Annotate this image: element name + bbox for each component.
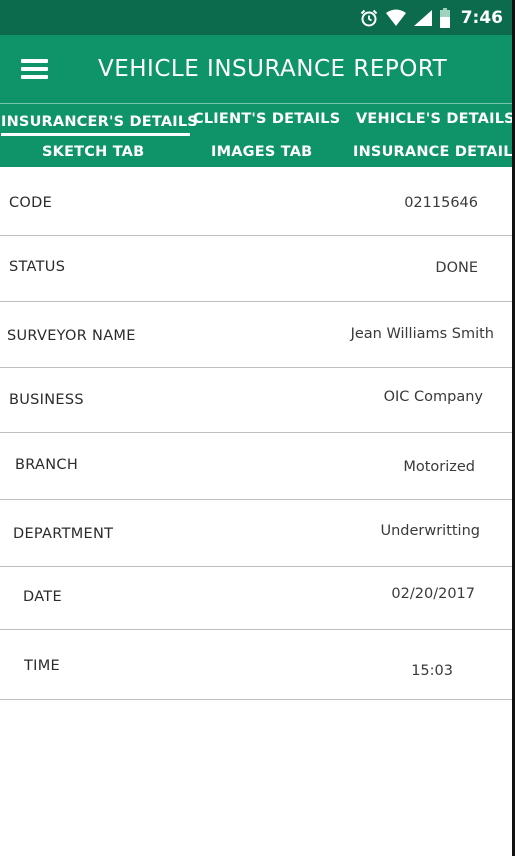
- signal-icon: [413, 9, 433, 27]
- page-title: VEHICLE INSURANCE REPORT: [98, 56, 448, 82]
- detail-label: SURVEYOR NAME: [7, 328, 136, 344]
- detail-value: OIC Company: [383, 389, 483, 405]
- detail-value: DONE: [435, 260, 478, 276]
- tab-vehicles-details[interactable]: VEHICLE'S DETAILS: [356, 111, 515, 127]
- detail-label: BUSINESS: [9, 392, 84, 408]
- tab-sketch[interactable]: SKETCH TAB: [42, 144, 144, 160]
- battery-icon: [439, 7, 451, 28]
- tab-insurancers-details[interactable]: INSURANCER'S DETAILS: [1, 114, 198, 136]
- detail-value: Underwritting: [380, 523, 480, 539]
- detail-label: STATUS: [9, 259, 66, 275]
- detail-value: Motorized: [403, 459, 475, 475]
- detail-row-business: BUSINESS OIC Company: [0, 368, 512, 433]
- detail-label: DATE: [23, 589, 62, 605]
- detail-row-status: STATUS DONE: [0, 236, 512, 302]
- detail-row-department: DEPARTMENT Underwritting: [0, 500, 512, 567]
- detail-value: 02/20/2017: [391, 586, 475, 602]
- tab-insurance-detail[interactable]: INSURANCE DETAIL: [353, 144, 513, 160]
- detail-label: BRANCH: [15, 457, 79, 473]
- hamburger-menu-icon[interactable]: [0, 35, 68, 103]
- detail-value: 02115646: [404, 195, 478, 211]
- detail-row-time: TIME 15:03: [0, 630, 512, 700]
- tab-clients-details[interactable]: CLIENT'S DETAILS: [193, 111, 340, 127]
- detail-row-code: CODE 02115646: [0, 167, 512, 236]
- alarm-icon: [359, 8, 379, 28]
- details-list: CODE 02115646 STATUS DONE SURVEYOR NAME …: [0, 167, 512, 700]
- app-bar: VEHICLE INSURANCE REPORT: [0, 35, 515, 103]
- status-time: 7:46: [460, 7, 503, 28]
- tab-bar: INSURANCER'S DETAILS CLIENT'S DETAILS VE…: [0, 103, 515, 167]
- detail-label: CODE: [9, 195, 53, 211]
- detail-value: 15:03: [411, 663, 453, 679]
- detail-row-surveyor-name: SURVEYOR NAME Jean Williams Smith: [0, 302, 512, 368]
- tab-images[interactable]: IMAGES TAB: [211, 144, 312, 160]
- detail-value: Jean Williams Smith: [350, 326, 494, 342]
- detail-label: DEPARTMENT: [13, 526, 114, 542]
- status-bar: 7:46: [0, 0, 515, 35]
- wifi-icon: [385, 9, 407, 27]
- detail-label: TIME: [24, 658, 61, 674]
- detail-row-date: DATE 02/20/2017: [0, 567, 512, 630]
- detail-row-branch: BRANCH Motorized: [0, 433, 512, 500]
